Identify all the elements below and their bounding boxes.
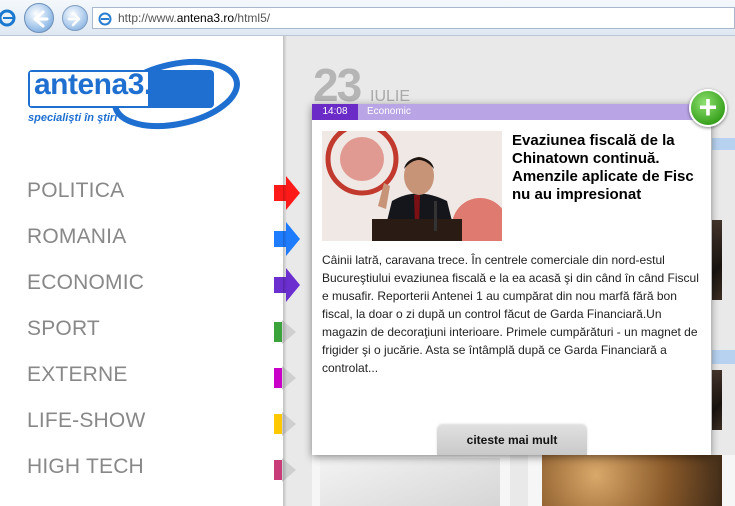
forward-button[interactable]	[62, 5, 88, 31]
article-photo	[322, 131, 502, 241]
sidebar-shadow	[283, 36, 287, 506]
logo-brand: antena3.ro	[34, 68, 181, 101]
article-body: Câinii latră, caravana trece. În centrel…	[322, 253, 699, 375]
menu-item-externe[interactable]: EXTERNE	[0, 358, 300, 404]
article-headline[interactable]: Evaziunea fiscală de la Chinatown contin…	[512, 132, 702, 204]
menu-item-high-tech[interactable]: HIGH TECH	[0, 450, 300, 496]
address-bar[interactable]: http://www.antena3.ro/html5/	[92, 7, 735, 29]
menu-item-economic[interactable]: ECONOMIC	[0, 266, 300, 312]
background-photo	[320, 458, 500, 506]
background-photo	[712, 220, 722, 300]
arrow-left-icon	[33, 10, 49, 28]
menu-item-label: ROMANIA	[27, 225, 127, 248]
menu-item-label: HIGH TECH	[27, 455, 144, 478]
browser-toolbar: http://www.antena3.ro/html5/	[0, 0, 735, 36]
background-photo	[542, 455, 722, 506]
menu-item-romania[interactable]: ROMANIA	[0, 220, 300, 266]
back-button[interactable]	[24, 3, 54, 33]
background-photo	[712, 370, 722, 430]
antena3-logo[interactable]: antena3.ro specialişti în ştiri	[26, 56, 246, 146]
arrow-right-icon	[67, 11, 81, 27]
menu-item-label: ECONOMIC	[27, 271, 145, 294]
article-popup: 14:08 Economic Evaziunea fiscală de la C…	[312, 104, 711, 455]
menu-item-label: SPORT	[27, 317, 100, 340]
address-url: http://www.antena3.ro/html5/	[118, 11, 271, 25]
sidebar: antena3.ro specialişti în ştiri POLITICA…	[0, 36, 300, 506]
time-badge: 14:08	[312, 104, 358, 120]
menu-item-life-show[interactable]: LIFE-SHOW	[0, 404, 300, 450]
popup-header-bar: 14:08 Economic	[312, 104, 711, 120]
menu-item-sport[interactable]: SPORT	[0, 312, 300, 358]
menu-item-label: POLITICA	[27, 179, 125, 202]
arrow-right-icon	[274, 222, 300, 256]
category-menu: POLITICA ROMANIA ECONOMIC SPORT EXTERNE …	[0, 174, 300, 496]
background-card-header	[712, 138, 735, 150]
page-favicon-icon	[98, 12, 112, 26]
read-more-button[interactable]: citeste mai mult	[437, 425, 587, 455]
menu-item-politica[interactable]: POLITICA	[0, 174, 300, 220]
article-image[interactable]	[322, 131, 502, 241]
menu-item-label: EXTERNE	[27, 363, 128, 386]
arrow-right-icon	[274, 268, 300, 302]
menu-item-label: LIFE-SHOW	[27, 409, 146, 432]
arrow-right-icon	[274, 176, 300, 210]
background-card-header	[712, 350, 735, 364]
internet-explorer-icon	[0, 9, 16, 27]
expand-plus-button[interactable]: +	[689, 89, 727, 127]
logo-tagline: specialişti în ştiri	[28, 112, 118, 124]
category-label: Economic	[367, 106, 411, 117]
plus-icon: +	[698, 89, 718, 125]
